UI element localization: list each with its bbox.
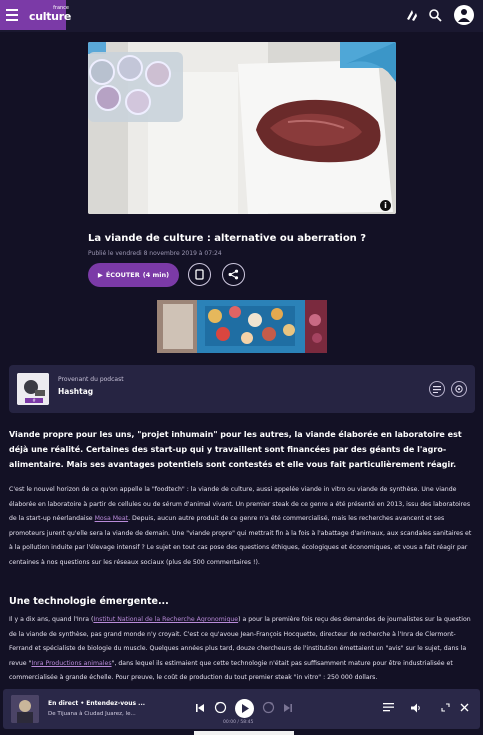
section-heading: Une technologie émergente... (9, 596, 169, 607)
queue-icon[interactable] (383, 703, 394, 712)
related-images-strip[interactable] (157, 300, 327, 353)
link-inra[interactable]: Institut National de la Recherche Agrono… (93, 616, 238, 623)
share-icon (228, 269, 239, 280)
close-player-icon[interactable] (460, 703, 469, 712)
play-icon (242, 704, 249, 713)
next-icon[interactable] (283, 703, 293, 713)
article-hero-image (88, 42, 396, 214)
audio-player-bar: En direct • Entendez-vous ... De Tijuana… (3, 689, 480, 729)
article-paragraph-2: Il y a dix ans, quand l'Inra (Institut N… (9, 613, 477, 686)
playlist-icon (433, 385, 441, 393)
brand-logo[interactable]: france culture (29, 6, 71, 23)
play-icon: ▶ (97, 271, 103, 279)
paragraph-text: . Depuis, aucun autre produit de ce genr… (9, 515, 472, 566)
expand-icon[interactable] (441, 703, 450, 712)
article-lead: Viande propre pour les uns, "projet inhu… (9, 430, 462, 469)
share-button[interactable] (222, 263, 245, 286)
podcast-feed-icon (455, 385, 463, 393)
podcast-cover: # (17, 373, 49, 405)
volume-icon[interactable] (411, 703, 422, 713)
podcast-card[interactable]: # Provenant du podcast Hashtag (9, 365, 475, 413)
listen-duration: (4 min) (142, 271, 170, 279)
previous-icon[interactable] (195, 703, 205, 713)
user-account-button[interactable] (454, 5, 474, 25)
rewind-15-icon[interactable] (214, 701, 227, 714)
listen-button[interactable]: ▶ ÉCOUTER (4 min) (88, 263, 179, 287)
article-title: La viande de culture : alternative ou ab… (88, 233, 367, 244)
article-paragraph-1: C'est le nouvel horizon de ce qu'on appe… (9, 483, 477, 570)
brand-main-text: culture (29, 10, 71, 23)
now-playing-title[interactable]: En direct • Entendez-vous ... (48, 700, 145, 707)
podcast-from-label: Provenant du podcast (58, 376, 124, 383)
play-button[interactable] (235, 699, 254, 718)
forward-30-icon[interactable] (262, 701, 275, 714)
podcast-name[interactable]: Hashtag (58, 387, 93, 396)
bookmark-icon (195, 269, 204, 280)
menu-brand-block[interactable]: france culture (0, 0, 71, 30)
now-playing-subtitle: De Tijuana à Ciudad Juarez, le... (48, 711, 136, 717)
podcast-subscribe-button[interactable] (451, 381, 467, 397)
direct-icon[interactable] (403, 7, 420, 24)
listen-label: ÉCOUTER (105, 271, 140, 279)
search-icon[interactable] (427, 7, 444, 24)
image-info-button[interactable]: i (380, 200, 391, 211)
link-mosa-meat[interactable]: Mosa Meat (95, 515, 128, 522)
now-playing-cover[interactable] (11, 695, 39, 723)
bottom-edge-bar (194, 731, 294, 735)
paragraph-text: Il y a dix ans, quand l'Inra ( (9, 616, 94, 623)
hamburger-menu-icon[interactable] (6, 9, 18, 21)
save-button[interactable] (188, 263, 211, 286)
top-bar: france culture (0, 0, 483, 32)
publication-date: Publié le vendredi 8 novembre 2019 à 07:… (88, 250, 222, 257)
user-icon (458, 9, 470, 22)
link-inra-productions[interactable]: Inra Productions animales (31, 660, 111, 667)
playback-time: 00:00 / 58:45 (223, 720, 254, 725)
podcast-playlist-button[interactable] (429, 381, 445, 397)
